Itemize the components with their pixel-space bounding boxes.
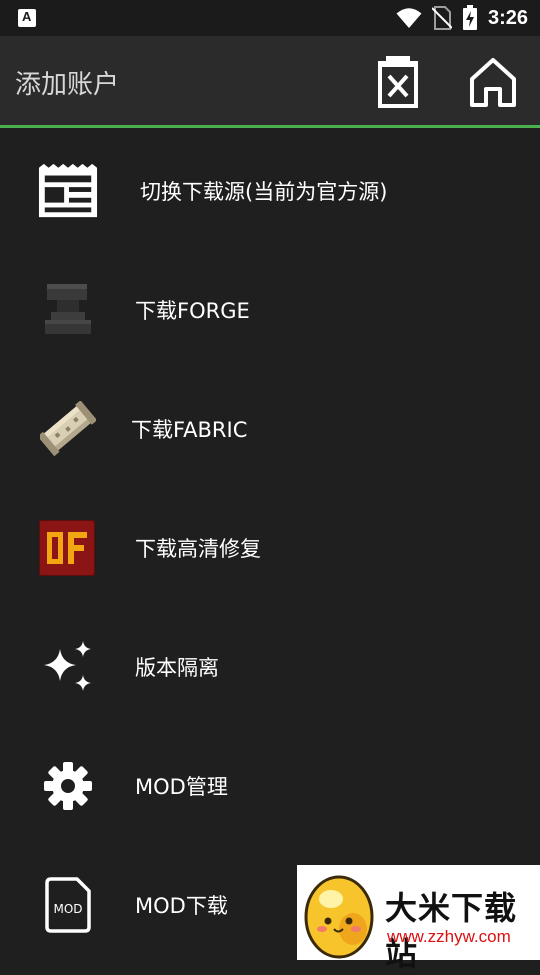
home-button[interactable] bbox=[463, 52, 523, 112]
gear-icon bbox=[38, 756, 98, 816]
delete-icon bbox=[378, 56, 418, 108]
app-notification-icon: A bbox=[18, 9, 36, 27]
app-notification-letter: A bbox=[22, 9, 32, 24]
menu-item-label: 版本隔离 bbox=[135, 656, 219, 680]
watermark-url: www.zzhyw.com bbox=[387, 927, 511, 946]
app-bar: 添加账户 bbox=[0, 36, 540, 128]
anvil-icon bbox=[38, 280, 98, 340]
menu-item-label: 下载FORGE bbox=[135, 299, 250, 323]
clock: 3:26 bbox=[487, 6, 528, 29]
menu-item-label: 下载FABRIC bbox=[131, 418, 248, 442]
menu-item-label: MOD下载 bbox=[135, 894, 228, 918]
menu-item-label: 下载高清修复 bbox=[135, 537, 261, 561]
delete-button[interactable] bbox=[368, 52, 428, 112]
home-icon bbox=[470, 58, 516, 107]
no-sim-icon bbox=[431, 6, 452, 30]
news-icon bbox=[38, 161, 98, 221]
svg-text:MOD: MOD bbox=[53, 902, 82, 916]
status-bar: A 3:26 bbox=[0, 0, 540, 36]
wifi-icon bbox=[396, 8, 422, 28]
fabric-scroll-icon bbox=[38, 399, 98, 459]
menu-item-mod-manage[interactable]: MOD管理 bbox=[0, 726, 540, 845]
egg-mascot-icon bbox=[304, 875, 374, 959]
watermark: 大米下载站 www.zzhyw.com bbox=[297, 865, 540, 973]
menu-item-version-isolation[interactable]: 版本隔离 bbox=[0, 607, 540, 726]
optifine-icon bbox=[39, 518, 95, 578]
menu-item-label: MOD管理 bbox=[135, 775, 228, 799]
menu-item-download-optifine[interactable]: 下载高清修复 bbox=[0, 488, 540, 607]
battery-charging-icon bbox=[462, 5, 477, 30]
menu-item-download-forge[interactable]: 下载FORGE bbox=[0, 250, 540, 369]
status-icons: 3:26 bbox=[396, 4, 528, 32]
menu-item-label: 切换下载源(当前为官方源) bbox=[140, 180, 388, 204]
mod-file-icon: MOD bbox=[38, 875, 98, 935]
menu-item-download-fabric[interactable]: 下载FABRIC bbox=[0, 369, 540, 488]
sparkle-icon bbox=[38, 637, 98, 697]
menu-item-switch-source[interactable]: 切换下载源(当前为官方源) bbox=[0, 131, 540, 250]
page-title: 添加账户 bbox=[15, 70, 120, 100]
